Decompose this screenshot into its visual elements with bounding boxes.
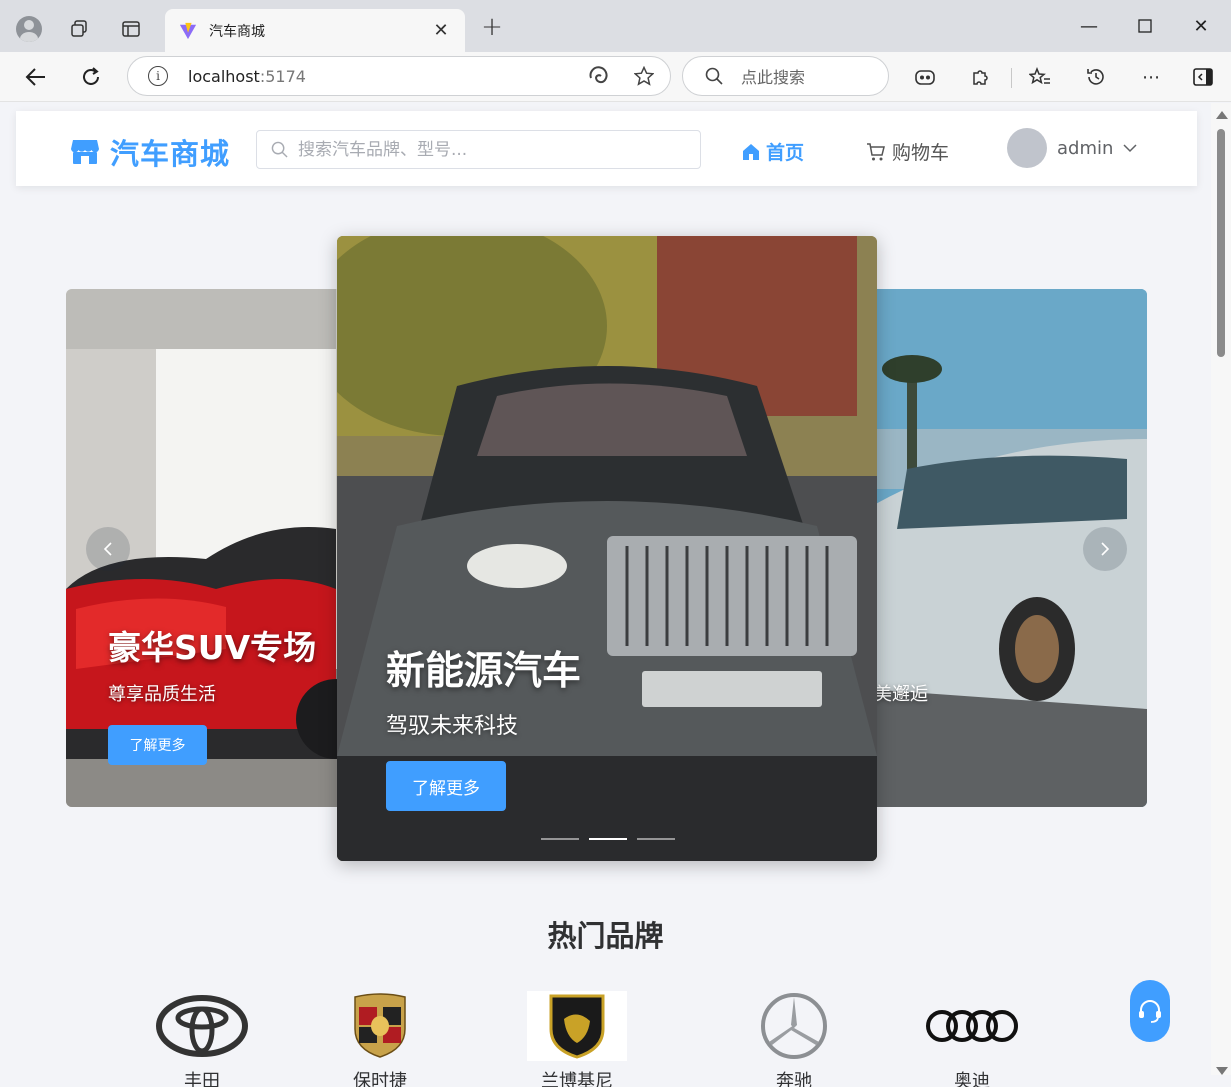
scrollbar-thumb[interactable] — [1217, 129, 1225, 357]
toolbar-divider — [1011, 68, 1012, 88]
new-tab-button[interactable]: + — [476, 12, 508, 44]
carousel-prev-button[interactable] — [86, 527, 130, 571]
maximize-icon — [1138, 19, 1152, 33]
hot-brands-title: 热门品牌 — [547, 919, 664, 953]
car-search-input[interactable] — [298, 139, 678, 160]
brand-porsche[interactable]: 保时捷 — [320, 991, 440, 1087]
browser-toolbar: i localhost:5174 点此搜索 ⋯ — [0, 52, 1231, 102]
carousel-indicators — [541, 838, 675, 840]
brand-name: 奥迪 — [954, 1071, 990, 1087]
carousel-next-button[interactable] — [1083, 527, 1127, 571]
back-button[interactable] — [18, 60, 54, 94]
address-bar[interactable]: i localhost:5174 — [127, 56, 671, 96]
slide-subtitle: 驾驭未来科技 — [386, 714, 519, 739]
tab-close-icon[interactable]: ✕ — [431, 20, 451, 41]
car-search-field[interactable] — [256, 130, 701, 169]
user-menu[interactable]: admin — [1007, 128, 1137, 168]
browser-search-box[interactable]: 点此搜索 — [682, 56, 889, 96]
favorites-button[interactable] — [1025, 62, 1055, 92]
learn-more-button[interactable]: 了解更多 — [108, 725, 207, 765]
slide-title: 豪华SUV专场 — [108, 628, 317, 667]
home-icon — [743, 143, 759, 160]
store-icon — [71, 140, 99, 164]
carousel-slide-ev[interactable]: 新能源汽车 驾驭未来科技 了解更多 — [337, 236, 877, 861]
slide-title: 新能源汽车 — [386, 649, 582, 694]
tab-title: 汽车商城 — [209, 23, 265, 40]
carousel-indicator-active[interactable] — [589, 838, 627, 840]
vertical-tabs-button[interactable] — [114, 12, 148, 46]
porsche-logo-icon — [354, 993, 406, 1058]
search-icon — [705, 67, 723, 85]
copilot-icon — [915, 70, 935, 85]
chevron-left-icon — [103, 542, 112, 556]
headset-icon — [1139, 1000, 1161, 1023]
workspaces-icon — [71, 20, 87, 37]
avatar — [1007, 128, 1047, 168]
refresh-icon — [83, 67, 99, 85]
chevron-right-icon — [1101, 542, 1110, 556]
scroll-up-arrow-icon[interactable] — [1216, 111, 1228, 119]
more-menu-button[interactable]: ⋯ — [1136, 62, 1166, 92]
slide-subtitle: 尊享品质生活 — [108, 684, 216, 705]
site-header: 汽车商城 首页 购物车 admin — [16, 111, 1197, 186]
browser-search-placeholder: 点此搜索 — [741, 68, 806, 87]
nav-cart-label: 购物车 — [892, 142, 950, 164]
nav-cart-link[interactable]: 购物车 — [866, 138, 949, 165]
lamborghini-logo-icon — [549, 994, 605, 1059]
brand-toyota[interactable]: 丰田 — [142, 991, 262, 1087]
favorite-star-icon[interactable] — [634, 66, 654, 86]
history-button[interactable] — [1081, 62, 1111, 92]
page-viewport: 汽车商城 首页 购物车 admin — [0, 103, 1231, 1087]
brand-lamborghini[interactable]: 兰博基尼 — [517, 991, 637, 1087]
site-logo-text: 汽车商城 — [110, 137, 231, 171]
nav-home-label: 首页 — [766, 142, 805, 164]
audi-logo-icon — [926, 1010, 1018, 1042]
brand-audi[interactable]: 奥迪 — [912, 991, 1032, 1087]
minimize-button[interactable]: — — [1066, 10, 1112, 42]
close-window-button[interactable]: ✕ — [1178, 10, 1224, 42]
brand-name: 丰田 — [184, 1071, 220, 1087]
sidebar-icon — [1193, 68, 1213, 86]
brand-name: 兰博基尼 — [541, 1071, 613, 1087]
search-icon — [271, 141, 288, 158]
slide-subtitle-fragment: 美邂逅 — [874, 684, 928, 705]
customer-service-button[interactable] — [1130, 980, 1170, 1042]
brand-name: 奔驰 — [776, 1071, 812, 1087]
sidebar-toggle-button[interactable] — [1188, 62, 1218, 92]
active-tab[interactable]: 汽车商城 ✕ — [165, 9, 465, 52]
carousel-indicator[interactable] — [637, 838, 675, 840]
carousel-indicator[interactable] — [541, 838, 579, 840]
extensions-puzzle-icon — [973, 70, 988, 85]
learn-more-button[interactable]: 了解更多 — [386, 761, 506, 811]
copilot-button[interactable] — [910, 62, 940, 92]
site-info-icon[interactable]: i — [148, 66, 168, 86]
browser-tab-bar: 汽车商城 ✕ + — ✕ — [0, 0, 1231, 52]
tab-actions-icon — [122, 21, 140, 37]
chevron-down-icon — [1123, 144, 1137, 153]
toyota-logo-icon — [156, 995, 248, 1057]
brand-mercedes[interactable]: 奔驰 — [734, 991, 854, 1087]
more-dots-icon: ⋯ — [1142, 66, 1160, 88]
username: admin — [1057, 137, 1114, 159]
profile-icon — [16, 16, 42, 42]
maximize-button[interactable] — [1122, 10, 1168, 42]
back-arrow-icon — [25, 68, 45, 86]
vite-favicon-icon — [179, 22, 197, 39]
page-scrollbar[interactable] — [1211, 103, 1231, 1075]
nav-home-link[interactable]: 首页 — [742, 138, 804, 165]
edge-read-aloud-icon[interactable] — [588, 66, 608, 86]
favorites-list-icon — [1029, 67, 1050, 85]
history-icon — [1087, 69, 1104, 85]
site-logo[interactable]: 汽车商城 — [70, 131, 230, 173]
profile-button[interactable] — [12, 12, 46, 46]
mercedes-logo-icon — [761, 993, 827, 1059]
scroll-down-arrow-icon[interactable] — [1216, 1067, 1228, 1075]
address-url: localhost:5174 — [188, 66, 306, 86]
shopping-cart-icon — [867, 142, 885, 160]
extensions-button[interactable] — [965, 62, 995, 92]
refresh-button[interactable] — [73, 60, 109, 94]
brand-name: 保时捷 — [353, 1071, 407, 1087]
workspaces-button[interactable] — [62, 12, 96, 46]
